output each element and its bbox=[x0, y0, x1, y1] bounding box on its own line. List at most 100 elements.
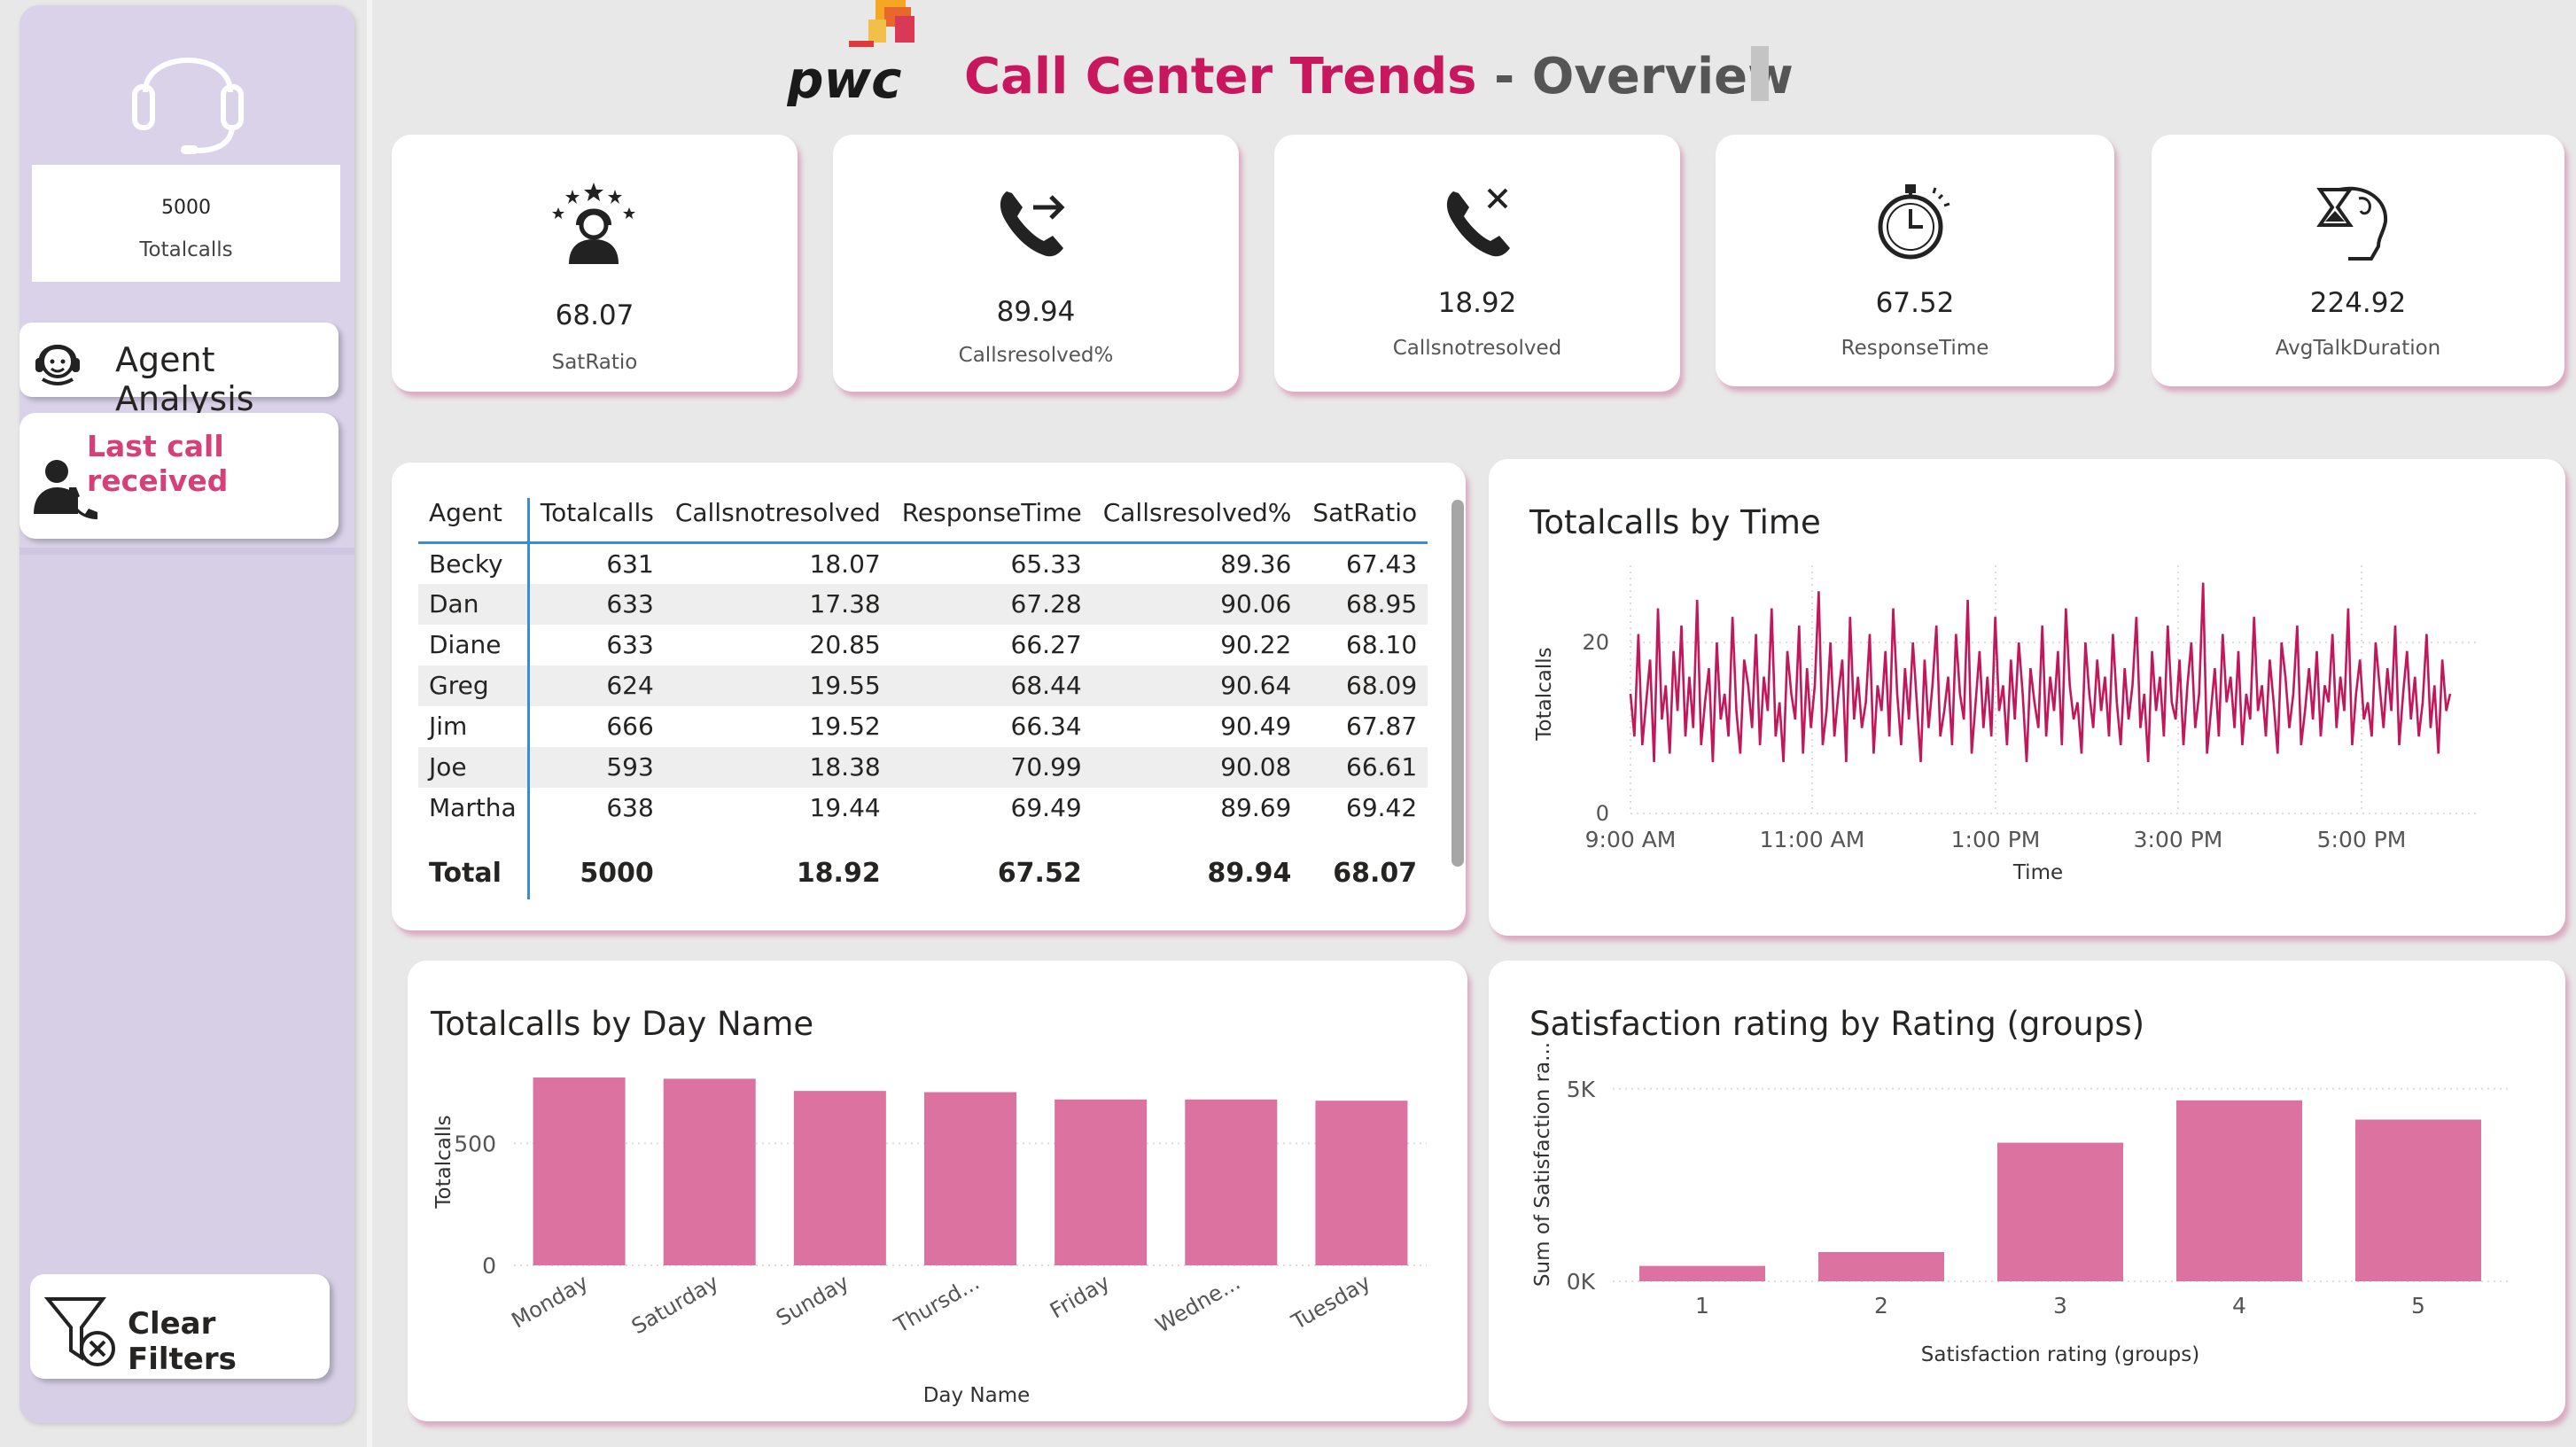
y-tick-label: 5K bbox=[1567, 1077, 1596, 1102]
x-tick-label: Saturday bbox=[627, 1270, 723, 1339]
table-cell: 90.08 bbox=[1092, 746, 1303, 788]
table-cell: 18.07 bbox=[809, 548, 881, 579]
column-header[interactable]: Callsnotresolved bbox=[664, 498, 891, 544]
x-axis-label: Time bbox=[2012, 861, 2063, 884]
kpi-card-callsresolved: 89.94 Callsresolved% bbox=[833, 135, 1239, 392]
table-row[interactable]: Diane 633 20.85 66.27 90.22 68.10 bbox=[418, 624, 1428, 665]
agent-name-cell: Dan bbox=[418, 583, 530, 625]
agent-name-cell: Martha bbox=[418, 787, 530, 829]
pwc-logo-text: pwc bbox=[787, 50, 901, 106]
kpi-value: 67.52 bbox=[1875, 287, 1955, 319]
kpi-label: Callsnotresolved bbox=[1392, 337, 1562, 360]
table-scrollbar[interactable] bbox=[1451, 500, 1464, 867]
bar[interactable] bbox=[924, 1092, 1016, 1265]
table-header-row: Agent Totalcalls Callsnotresolved ResponseT… bbox=[418, 498, 1428, 544]
agent-name-cell: Diane bbox=[418, 624, 530, 665]
bar[interactable] bbox=[533, 1077, 626, 1265]
table-cell-partial bbox=[1302, 829, 1428, 848]
table-cell: 638 bbox=[606, 793, 654, 822]
clear-filters-button[interactable]: Clear Filters bbox=[30, 1274, 330, 1379]
bar[interactable] bbox=[1818, 1251, 1944, 1281]
y-axis-label: Sum of Satisfaction ra... bbox=[1531, 1042, 1554, 1287]
y-tick-label: 500 bbox=[454, 1131, 496, 1156]
bar[interactable] bbox=[2355, 1119, 2481, 1281]
column-header[interactable]: Totalcalls bbox=[528, 498, 665, 544]
table-row[interactable]: Dan 633 17.38 67.28 90.06 68.95 bbox=[418, 583, 1428, 625]
table-row[interactable]: Martha 638 19.44 69.49 89.69 69.42 bbox=[418, 787, 1428, 829]
table-cell-partial bbox=[665, 829, 891, 848]
agent-analysis-label: Agent Analysis bbox=[115, 340, 254, 418]
table-row[interactable]: Becky 631 18.07 65.33 89.36 67.43 bbox=[418, 542, 1428, 584]
stopwatch-icon bbox=[1878, 184, 1950, 260]
table-cell: 67.87 bbox=[1346, 712, 1418, 741]
bar[interactable] bbox=[663, 1078, 756, 1265]
bar[interactable] bbox=[1997, 1142, 2123, 1281]
header-marker bbox=[1751, 46, 1769, 101]
column-header[interactable]: Callsresolved% bbox=[1092, 498, 1303, 544]
agent-analysis-button[interactable]: Agent Analysis bbox=[19, 323, 339, 418]
table-cell: 70.99 bbox=[891, 746, 1093, 788]
table-cell: 90.06 bbox=[1092, 583, 1303, 625]
table-row[interactable]: Jim 666 19.52 66.34 90.49 67.87 bbox=[418, 705, 1428, 747]
table-cell: 90.64 bbox=[1092, 665, 1303, 706]
bar[interactable] bbox=[1639, 1265, 1765, 1281]
table-cell: 67.43 bbox=[1346, 548, 1418, 579]
table-cell: 66.27 bbox=[1010, 630, 1082, 659]
satisfaction-bar-chart[interactable]: 0K 5K 1 2 3 4 5 Satisfaction rating (groups) Sum… bbox=[1489, 961, 2565, 1421]
bar[interactable] bbox=[793, 1091, 886, 1265]
series-line[interactable] bbox=[1629, 582, 2452, 763]
agent-table-panel: Agent Totalcalls Callsnotresolved ResponseT… bbox=[392, 463, 1466, 930]
agent-name-cell: Jim bbox=[418, 705, 530, 747]
table-cell: 20.85 bbox=[809, 630, 881, 659]
table-row-partial bbox=[418, 828, 1428, 848]
pwc-logo: pwc bbox=[787, 0, 914, 106]
table-cell: 69.49 bbox=[1010, 793, 1082, 822]
column-header[interactable]: SatRatio bbox=[1302, 498, 1428, 544]
satisfaction-by-rating-panel: Satisfaction rating by Rating (groups) 0… bbox=[1489, 961, 2565, 1421]
bar[interactable] bbox=[1055, 1099, 1148, 1265]
table-cell: 90.22 bbox=[1220, 630, 1292, 659]
agent-name-cell: Joe bbox=[418, 746, 530, 788]
x-tick-label: Monday bbox=[508, 1270, 593, 1334]
kpi-label: AvgTalkDuration bbox=[2275, 337, 2441, 360]
bar[interactable] bbox=[2176, 1100, 2302, 1281]
table-cell: 19.44 bbox=[809, 793, 881, 822]
y-tick-label: 0 bbox=[1596, 801, 1609, 826]
table-row[interactable]: Greg 624 19.55 68.44 90.64 68.09 bbox=[418, 665, 1428, 706]
sidebar-divider bbox=[19, 548, 354, 555]
total-cell: 5000 bbox=[580, 858, 654, 889]
x-axis-label: Day Name bbox=[923, 1384, 1031, 1407]
x-tick-label: Friday bbox=[1046, 1270, 1114, 1324]
day-bar-chart[interactable]: 0 500 Monday Saturday Sunday Thursd... Friday W… bbox=[408, 961, 1467, 1421]
table-row[interactable]: Joe 593 18.38 70.99 90.08 66.61 bbox=[418, 746, 1428, 788]
table-cell: 68.44 bbox=[891, 665, 1093, 706]
kpi-card-callsnotresolved: 18.92 Callsnotresolved bbox=[1274, 135, 1680, 392]
x-axis-label: Satisfaction rating (groups) bbox=[1921, 1343, 2199, 1366]
bar[interactable] bbox=[1315, 1101, 1408, 1265]
kpi-value: 18.92 bbox=[1437, 287, 1517, 319]
bar[interactable] bbox=[1185, 1099, 1278, 1265]
column-header[interactable]: Agent bbox=[418, 498, 530, 544]
page-title-main: Call Center Trends bbox=[964, 48, 1477, 105]
x-tick-label: 3 bbox=[2053, 1293, 2067, 1319]
table-cell: 68.95 bbox=[1302, 583, 1428, 625]
total-cell: 67.52 bbox=[997, 858, 1082, 889]
table-cell: 18.38 bbox=[664, 746, 891, 788]
x-tick-label: Tuesday bbox=[1287, 1270, 1374, 1335]
x-tick-label: Thursd... bbox=[890, 1270, 984, 1339]
x-tick-label: 9:00 AM bbox=[1585, 827, 1677, 852]
x-tick-label: 1:00 PM bbox=[1951, 827, 2041, 852]
x-tick-label: 5 bbox=[2411, 1293, 2425, 1319]
x-tick-label: 2 bbox=[1874, 1293, 1888, 1319]
table-cell: 19.55 bbox=[664, 665, 891, 706]
column-header[interactable]: ResponseTime bbox=[891, 498, 1093, 544]
last-call-received-label: Last call received bbox=[87, 429, 229, 498]
y-axis-label: Totalcalls bbox=[432, 1115, 455, 1209]
line-chart[interactable]: 0209:00 AM 11:00 AM 1:00 PM 3:00 PM 5:00 PMT… bbox=[1489, 459, 2565, 936]
last-call-received-button[interactable]: Last call received bbox=[19, 413, 339, 539]
sidebar-edge bbox=[367, 0, 372, 1447]
table-cell: 89.36 bbox=[1220, 548, 1292, 579]
x-tick-label: Sunday bbox=[772, 1270, 853, 1331]
x-tick-label: 5:00 PM bbox=[2317, 827, 2407, 852]
kpi-card-responsetime: 67.52 ResponseTime bbox=[1716, 135, 2114, 386]
